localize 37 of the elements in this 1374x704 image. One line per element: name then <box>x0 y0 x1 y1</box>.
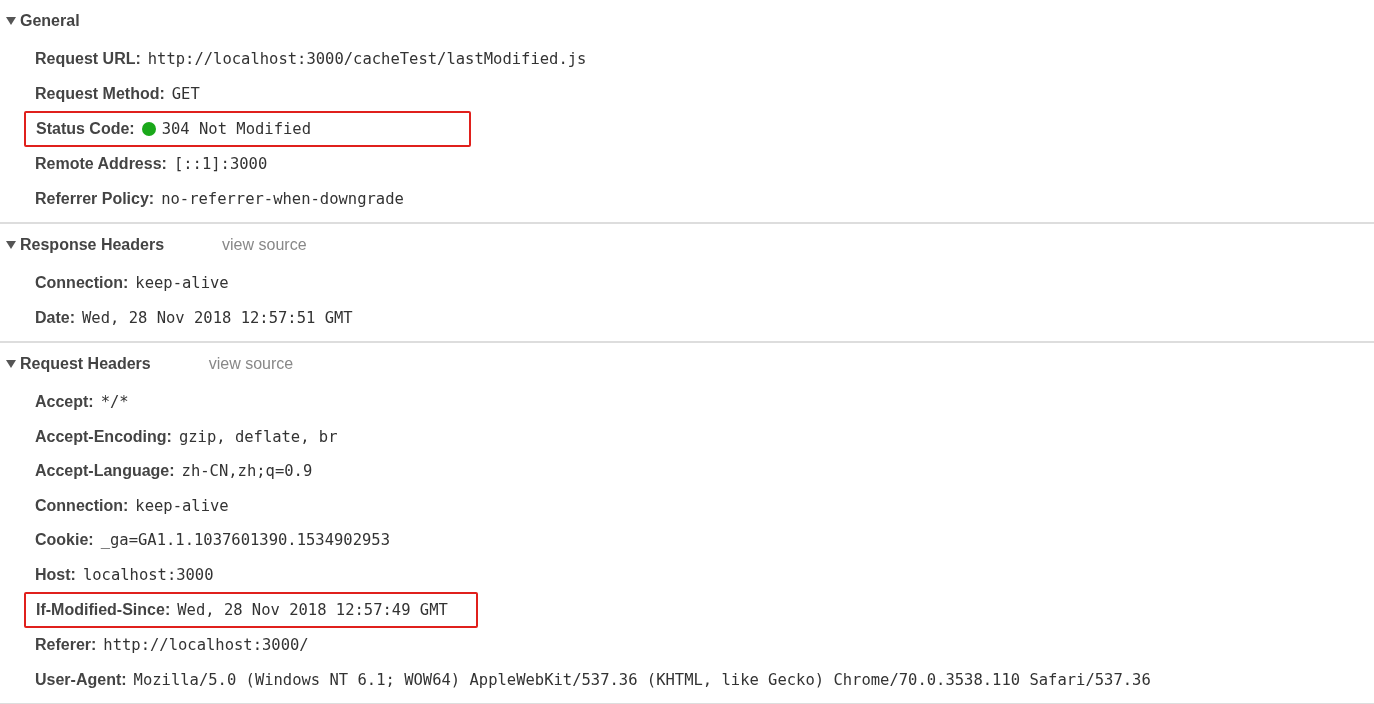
header-value: [::1]:3000 <box>173 155 268 174</box>
header-name: Accept-Language: <box>35 462 175 481</box>
header-name: Referrer Policy: <box>35 189 155 208</box>
header-name: Status Code: <box>36 120 135 138</box>
header-value: gzip, deflate, br <box>178 427 338 446</box>
header-name: Connection: <box>35 496 129 515</box>
header-name: Referer: <box>35 636 97 655</box>
header-value: GET <box>171 84 200 103</box>
header-value: http://localhost:3000/ <box>103 636 309 655</box>
header-value: 304 Not Modified <box>161 120 311 138</box>
header-value: zh-CN,zh;q=0.9 <box>181 462 313 481</box>
header-value: */* <box>100 393 129 412</box>
header-value: keep-alive <box>135 496 229 515</box>
header-value: http://localhost:3000/cacheTest/lastModified.js <box>147 50 587 69</box>
header-name: Request Method: <box>35 84 165 103</box>
view-source-link[interactable]: view source <box>208 355 294 373</box>
header-value: Wed, 28 Nov 2018 12:57:51 GMT <box>82 308 353 327</box>
header-name: Date: <box>35 308 75 327</box>
section-title[interactable]: Response Headers <box>0 236 165 254</box>
header-value: Mozilla/5.0 (Windows NT 6.1; WOW64) AppleWebKit/537.36 (KHTML, like Gecko) Chrome/70.0.3538.110 Safari/537.36 <box>133 670 1151 689</box>
section-title[interactable]: Request Headers <box>0 355 151 373</box>
header-name: Request URL: <box>35 50 141 69</box>
header-name: Accept: <box>35 393 94 412</box>
header-name: Host: <box>35 565 76 584</box>
header-value: no-referrer-when-downgrade <box>161 189 404 208</box>
header-name: Remote Address: <box>35 155 167 174</box>
header-name: Cookie: <box>35 531 94 550</box>
header-name: Accept-Encoding: <box>35 427 172 446</box>
header-value: keep-alive <box>135 274 229 293</box>
header-value: localhost:3000 <box>82 565 214 584</box>
header-name: Connection: <box>35 274 129 293</box>
header-name: User-Agent: <box>35 670 127 689</box>
header-name: If-Modified-Since: <box>36 601 171 619</box>
section-title[interactable]: General <box>0 12 80 30</box>
header-value: _ga=GA1.1.1037601390.1534902953 <box>100 531 390 550</box>
view-source-link[interactable]: view source <box>222 236 307 254</box>
header-value: Wed, 28 Nov 2018 12:57:49 GMT <box>177 601 448 619</box>
